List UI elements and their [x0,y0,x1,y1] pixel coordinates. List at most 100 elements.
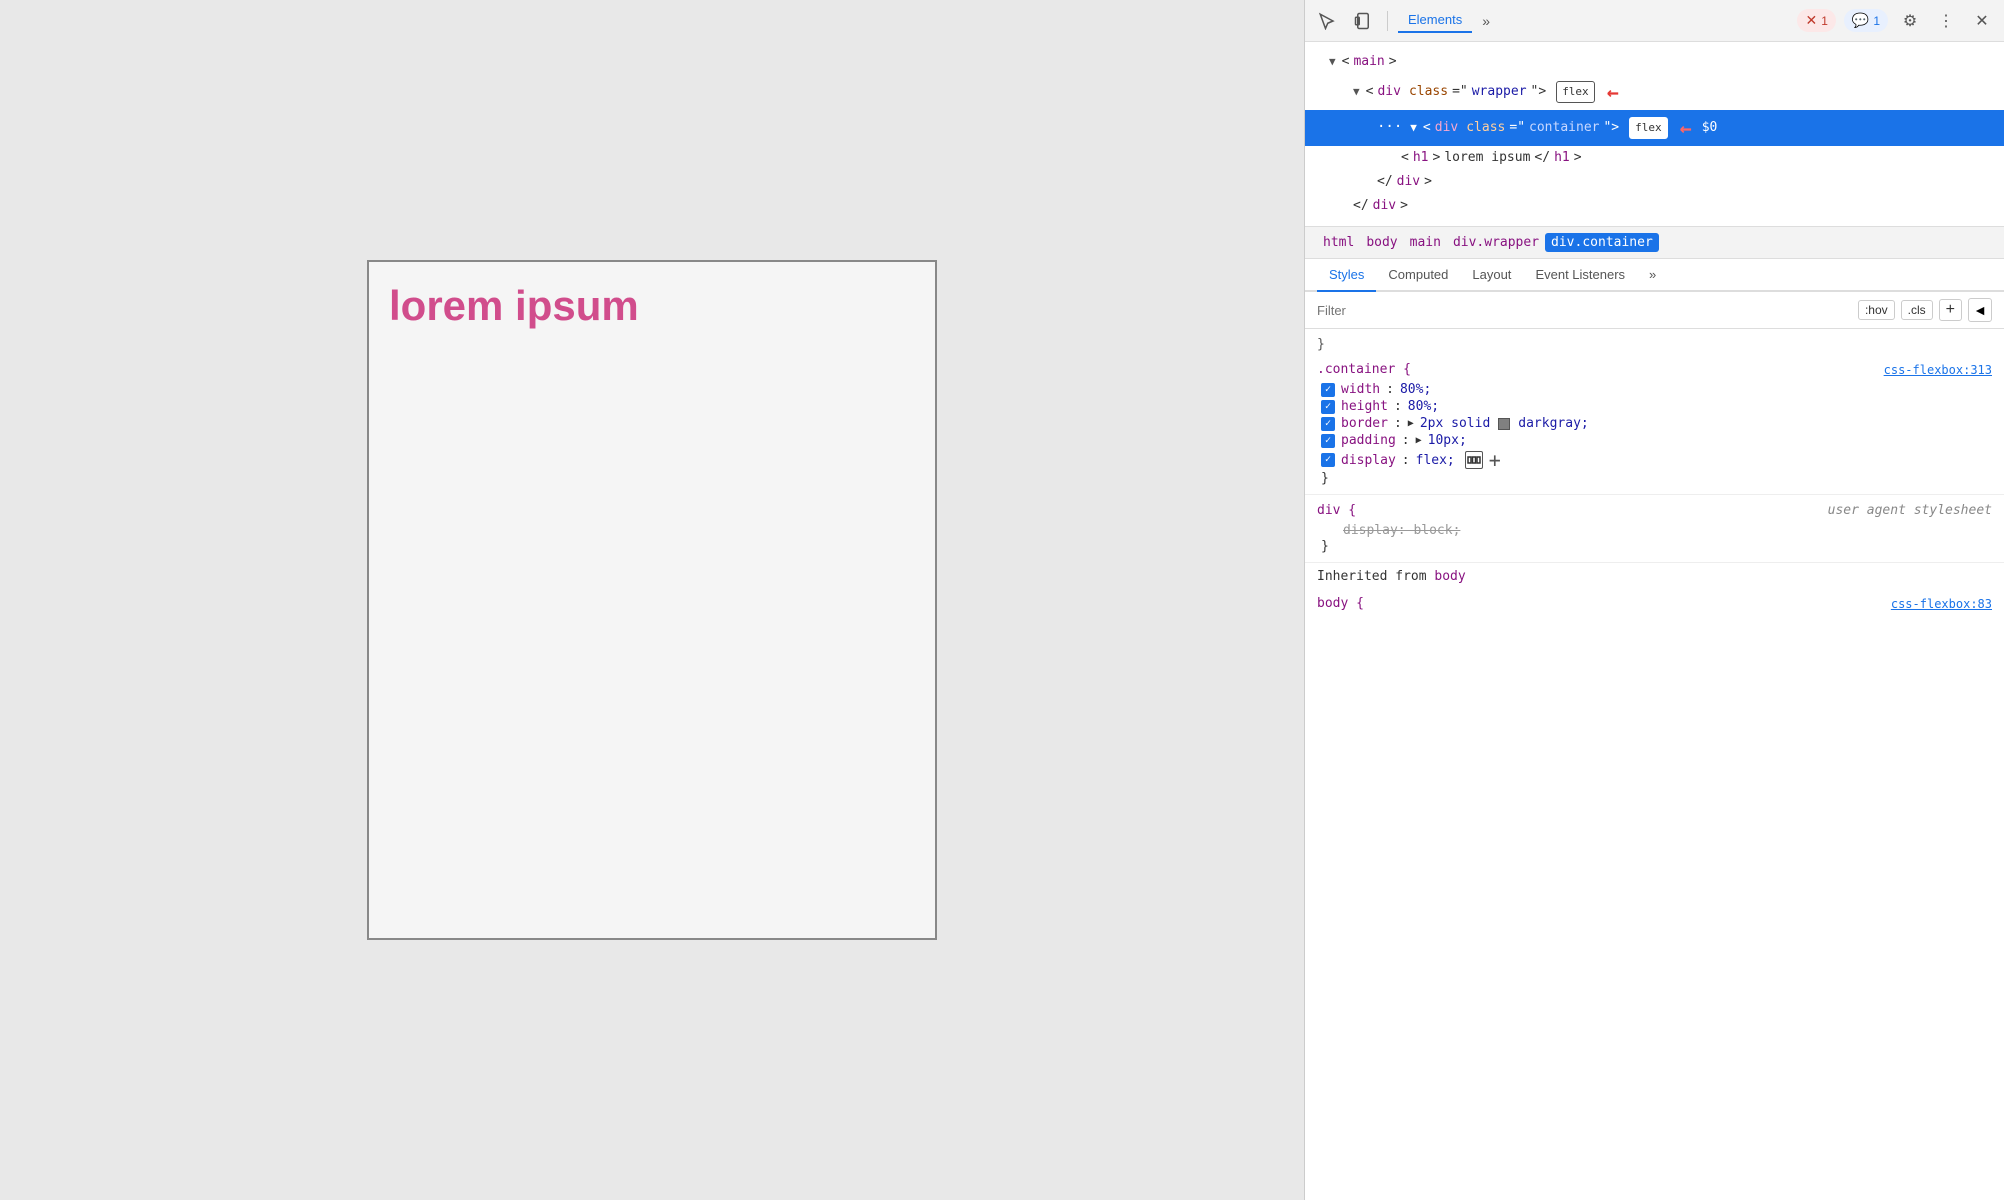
triangle-icon: ▼ [1410,119,1417,138]
prop-name-height[interactable]: height [1341,399,1388,414]
div-rule-section: div { user agent stylesheet display: blo… [1305,495,2004,563]
devtools-toolbar: Elements » ✕ 1 💬 1 ⚙ ⋮ ✕ [1305,0,2004,42]
error-count: 1 [1821,14,1828,28]
breadcrumb-wrapper[interactable]: div.wrapper [1447,233,1545,252]
color-swatch-darkgray[interactable] [1498,418,1510,430]
add-style-button[interactable]: + [1939,299,1962,321]
dom-line-wrapper[interactable]: ▼ <div class="wrapper"> flex ← [1305,74,2004,110]
filter-bar: :hov .cls + ◄ [1305,292,2004,329]
prop-display-block-strikethrough[interactable]: display: block; [1343,523,1460,538]
prop-value-display[interactable]: flex; [1416,453,1455,468]
dom-line-h1[interactable]: <h1>lorem ipsum</h1> [1305,146,2004,170]
prop-row-width: width : 80%; [1317,381,1992,398]
prop-value-border-px[interactable]: 2px solid [1420,416,1490,431]
arrow-indicator-wrapper: ← [1607,75,1619,109]
tab-computed[interactable]: Computed [1376,259,1460,292]
console-icon: 💬 [1852,12,1869,29]
prop-value-padding[interactable]: 10px; [1428,433,1467,448]
prop-row-display: display : flex; + [1317,449,1992,471]
body-source-link[interactable]: css-flexbox:83 [1891,597,1992,611]
settings-button[interactable]: ⚙ [1896,7,1924,35]
breadcrumb-bar: html body main div.wrapper div.container [1305,227,2004,259]
partial-rule: } [1305,329,2004,354]
webpage-content: lorem ipsum [0,0,1304,1200]
prop-name-padding[interactable]: padding [1341,433,1396,448]
filter-input[interactable] [1317,303,1850,318]
prop-row-padding: padding : ▶ 10px; [1317,432,1992,449]
dollar-zero: $0 [1702,117,1718,139]
flex-badge-wrapper[interactable]: flex [1556,81,1595,104]
sub-tabs: Styles Computed Layout Event Listeners » [1305,259,2004,292]
dom-line-close-wrapper[interactable]: </div> [1305,194,2004,218]
prop-value-border-color[interactable]: darkgray; [1518,416,1588,431]
triangle-icon: ▼ [1329,53,1336,72]
tab-event-listeners[interactable]: Event Listeners [1523,259,1637,292]
prop-row-height: height : 80%; [1317,398,1992,415]
inspect-element-button[interactable] [1313,7,1341,35]
tab-layout[interactable]: Layout [1460,259,1523,292]
prop-value-height[interactable]: 80%; [1408,399,1439,414]
breadcrumb-html[interactable]: html [1317,233,1360,252]
devtools-panel: Elements » ✕ 1 💬 1 ⚙ ⋮ ✕ ▼ <main> ▼ <div… [1304,0,2004,1200]
flex-layout-icon[interactable] [1465,451,1483,469]
arrow-indicator-container: ← [1680,111,1692,145]
prop-row-display-block: display: block; [1317,522,1992,539]
checkbox-height[interactable] [1321,400,1335,414]
triangle-icon: ▼ [1353,83,1360,102]
tab-more[interactable]: » [1637,259,1668,292]
prop-name-border[interactable]: border [1341,416,1388,431]
toggle-sidebar-button[interactable]: ◄ [1968,298,1992,322]
error-badge-button[interactable]: ✕ 1 [1797,9,1835,32]
device-toggle-button[interactable] [1349,7,1377,35]
demo-heading: lorem ipsum [389,282,639,330]
console-count: 1 [1873,14,1880,28]
container-selector[interactable]: .container { [1317,362,1411,377]
more-options-button[interactable]: ⋮ [1932,7,1960,35]
tab-styles[interactable]: Styles [1317,259,1376,292]
toolbar-separator [1387,11,1388,31]
div-close-brace: } [1317,539,1992,554]
checkbox-border[interactable] [1321,417,1335,431]
div-rule-header: div { user agent stylesheet [1317,503,1992,518]
breadcrumb-container[interactable]: div.container [1545,233,1659,252]
body-section: body { css-flexbox:83 [1305,590,2004,621]
user-agent-label: user agent stylesheet [1828,503,1992,518]
more-tabs-button[interactable]: » [1476,9,1496,33]
breadcrumb-main[interactable]: main [1404,233,1447,252]
main-tabs: Elements » [1398,8,1789,33]
body-selector[interactable]: body { [1317,596,1364,611]
dots-indicator: ··· [1377,116,1402,140]
elements-tab[interactable]: Elements [1398,8,1472,33]
console-badge-button[interactable]: 💬 1 [1844,9,1888,32]
breadcrumb-body[interactable]: body [1360,233,1403,252]
checkbox-padding[interactable] [1321,434,1335,448]
dom-line-main[interactable]: ▼ <main> [1305,50,2004,74]
error-icon: ✕ [1805,12,1817,29]
prop-row-border: border : ▶ 2px solid darkgray; [1317,415,1992,432]
flex-badge-container[interactable]: flex [1629,117,1668,140]
cls-filter-button[interactable]: .cls [1901,300,1933,320]
browser-viewport: lorem ipsum [0,0,1304,1200]
filter-actions: :hov .cls + ◄ [1858,298,1992,322]
hov-filter-button[interactable]: :hov [1858,300,1895,320]
checkbox-display[interactable] [1321,453,1335,467]
dom-line-close-container[interactable]: </div> [1305,170,2004,194]
prop-value-width[interactable]: 80%; [1400,382,1431,397]
container-source-link[interactable]: css-flexbox:313 [1884,363,1992,377]
div-selector[interactable]: div { [1317,503,1356,518]
inherited-element[interactable]: body [1434,569,1465,584]
styles-panel: } .container { css-flexbox:313 width : 8… [1305,329,2004,1200]
prop-name-width[interactable]: width [1341,382,1380,397]
add-property-button[interactable]: + [1489,450,1501,470]
inherited-label: Inherited from body [1305,563,2004,590]
container-rule-section: .container { css-flexbox:313 width : 80%… [1305,354,2004,495]
dom-tree: ▼ <main> ▼ <div class="wrapper"> flex ← … [1305,42,2004,227]
prop-name-display[interactable]: display [1341,453,1396,468]
checkbox-width[interactable] [1321,383,1335,397]
dom-line-container[interactable]: ··· ▼ <div class="container"> flex ← $0 [1305,110,2004,146]
container-close-brace: } [1317,471,1992,486]
demo-container: lorem ipsum [367,260,937,940]
close-devtools-button[interactable]: ✕ [1968,7,1996,35]
body-rule-header: body { css-flexbox:83 [1317,596,1992,611]
container-rule-header: .container { css-flexbox:313 [1317,362,1992,377]
